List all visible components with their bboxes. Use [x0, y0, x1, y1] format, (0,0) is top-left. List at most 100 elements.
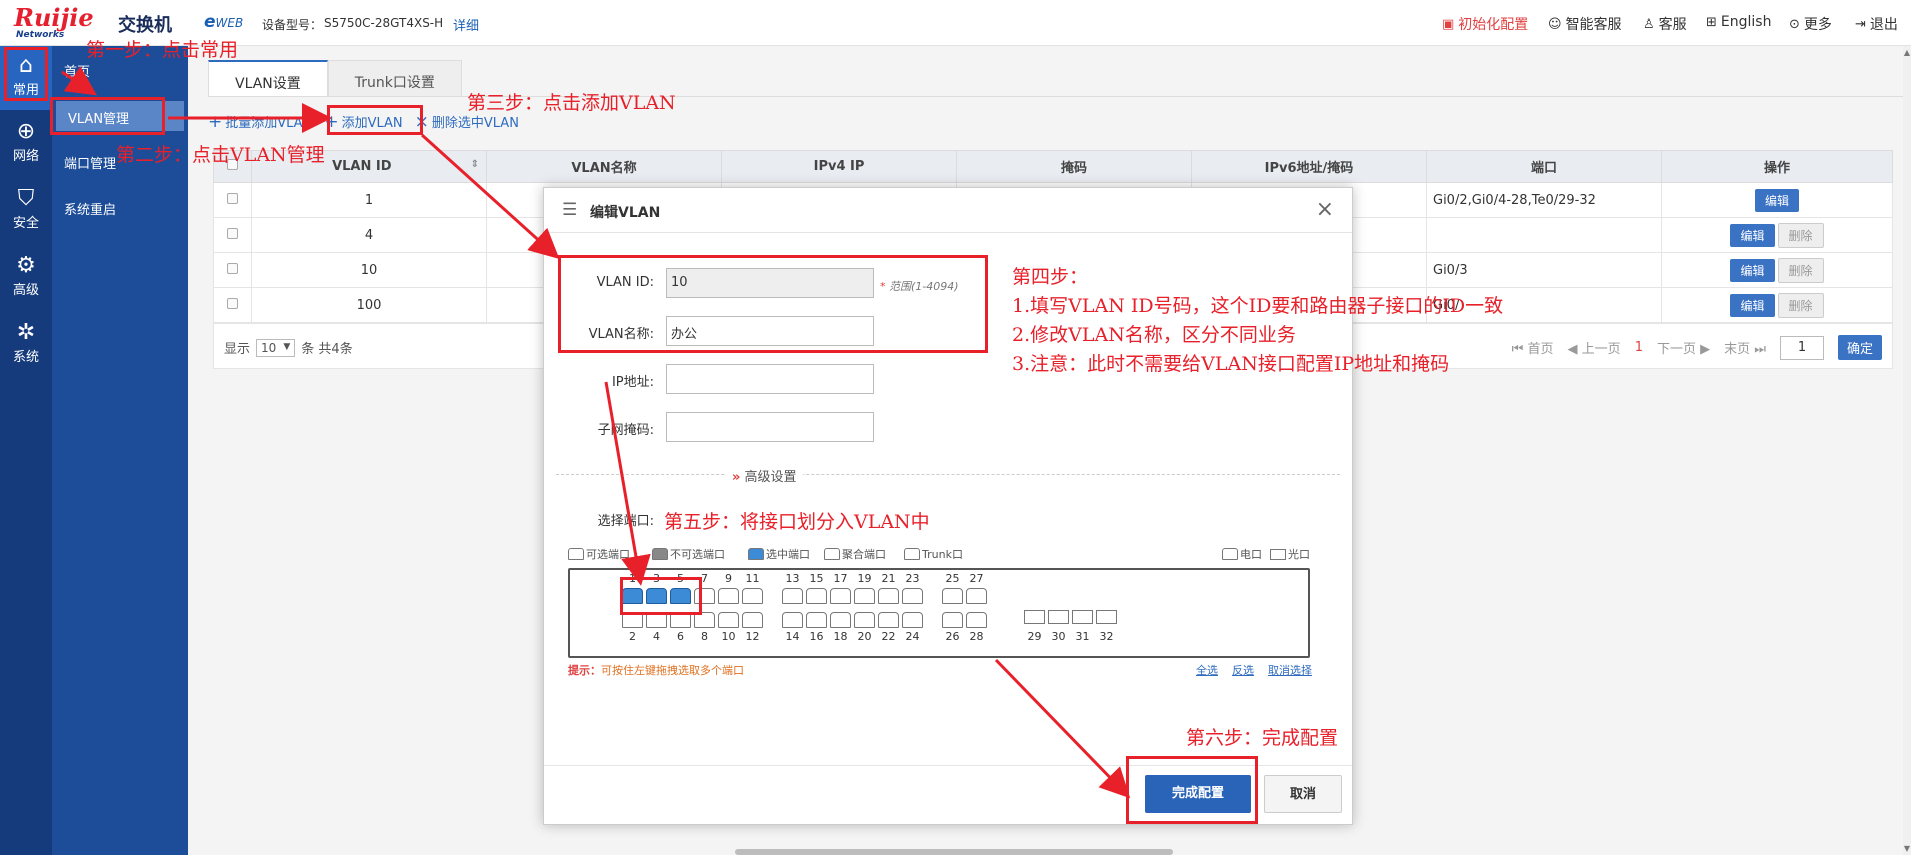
port-number: 22 [881, 630, 896, 643]
port-29[interactable] [1024, 610, 1045, 624]
scroll-down-icon[interactable]: ▼ [1903, 844, 1911, 853]
legend-selected-label: 选中端口 [766, 548, 810, 561]
prev-page-button[interactable]: ◀ 上一页 [1568, 338, 1621, 357]
eweb-logo: eWEB [204, 12, 243, 32]
port-21[interactable] [878, 588, 899, 604]
row-checkbox[interactable] [227, 297, 238, 309]
dialog-title: 编辑VLAN [590, 205, 661, 221]
rail-item-network[interactable]: ⊕ 网络 [0, 112, 52, 176]
port-number: 10 [721, 630, 736, 643]
port-14[interactable] [782, 612, 803, 628]
port-number: 27 [969, 572, 984, 585]
smart-service-link[interactable]: ☺ 智能客服 [1548, 14, 1622, 34]
rail-item-advanced[interactable]: ⚙ 高级 [0, 246, 52, 310]
actions-cell: 编辑 删除 [1661, 252, 1893, 288]
horizontal-scrollbar[interactable] [735, 849, 1173, 855]
scroll-up-icon[interactable]: ▲ [1903, 48, 1911, 57]
port-number: 21 [881, 572, 896, 585]
port-28[interactable] [966, 612, 987, 628]
port-number: 32 [1099, 630, 1114, 643]
edit-button[interactable]: 编辑 [1754, 188, 1799, 212]
port-19[interactable] [854, 588, 875, 604]
port-30[interactable] [1048, 610, 1069, 624]
port-24[interactable] [902, 612, 923, 628]
row-checkbox[interactable] [227, 192, 238, 204]
page-size-select[interactable]: 10 ▼ [256, 338, 296, 357]
annotation-step3: 第三步：点击添加VLAN [467, 92, 676, 114]
sort-icon[interactable]: ⇕ [471, 159, 479, 170]
submenu-item-reboot[interactable]: 系统重启 [52, 192, 188, 222]
advanced-icon: ⚙ [16, 253, 36, 278]
port-31[interactable] [1072, 610, 1093, 624]
edit-button[interactable]: 编辑 [1730, 223, 1775, 247]
eweb-rest: WEB [215, 16, 244, 30]
annotation-step4: 第四步： 1.填写VLAN ID号码，这个ID要和路由器子接口的ID一致 2.修… [1012, 263, 1503, 379]
chevron-down-icon: ▼ [283, 341, 291, 352]
legend-trunk: Trunk口 [904, 546, 963, 562]
legend-optical: 光口 [1270, 546, 1310, 562]
go-page-button[interactable]: 确定 [1837, 335, 1882, 360]
vertical-scrollbar[interactable]: ▲ ▼ [1903, 46, 1911, 855]
port-17[interactable] [830, 588, 851, 604]
port-27[interactable] [966, 588, 987, 604]
logout-link[interactable]: ⇥ 退出 [1855, 14, 1898, 34]
next-page-button[interactable]: 下一页 ▶ [1657, 338, 1710, 357]
tab-trunk-settings[interactable]: Trunk口设置 [327, 60, 462, 97]
ip-address-field[interactable] [666, 364, 874, 394]
next-page-label: 下一页 [1656, 342, 1696, 357]
invert-select-link[interactable]: 反选 [1232, 662, 1254, 678]
port-20[interactable] [854, 612, 875, 628]
delete-button[interactable]: 删除 [1777, 292, 1824, 318]
port-22[interactable] [878, 612, 899, 628]
more-label: 更多 [1803, 17, 1832, 33]
advanced-settings-toggle[interactable]: » 高级设置 [726, 466, 803, 485]
port-15[interactable] [806, 588, 827, 604]
close-icon[interactable]: × [1316, 197, 1334, 222]
port-32[interactable] [1096, 610, 1117, 624]
page-number-input[interactable]: 1 [1779, 335, 1824, 360]
port-25[interactable] [942, 588, 963, 604]
batch-add-vlan-button[interactable]: + 批量添加VLAN [208, 112, 312, 131]
tab-vlan-settings[interactable]: VLAN设置 [208, 60, 328, 97]
delete-button[interactable]: 删除 [1777, 257, 1824, 283]
detail-link[interactable]: 详细 [453, 15, 479, 34]
port-number: 26 [945, 630, 960, 643]
rail-item-system[interactable]: ✲ 系统 [0, 313, 52, 377]
row-checkbox[interactable] [227, 227, 238, 239]
language-label: English [1720, 14, 1772, 30]
port-number: 12 [745, 630, 760, 643]
port-11[interactable] [742, 588, 763, 604]
first-page-button[interactable]: ⏮ 首页 [1512, 338, 1554, 357]
edit-button[interactable]: 编辑 [1730, 258, 1775, 282]
customer-service-link[interactable]: ♙ 客服 [1643, 14, 1687, 34]
more-link[interactable]: ⊙ 更多 [1789, 14, 1832, 34]
current-page[interactable]: 1 [1635, 340, 1643, 355]
rail-item-security[interactable]: ⛉ 安全 [0, 179, 52, 243]
eweb-e: e [204, 12, 216, 32]
last-page-label: 末页 [1724, 342, 1751, 357]
language-link[interactable]: ⊞ English [1706, 14, 1771, 30]
select-all-link[interactable]: 全选 [1196, 662, 1218, 678]
advanced-settings-label: 高级设置 [744, 470, 797, 485]
port-9[interactable] [718, 588, 739, 604]
cancel-button[interactable]: 取消 [1264, 775, 1342, 813]
last-page-button[interactable]: 末页 ⏭ [1724, 338, 1766, 357]
port-23[interactable] [902, 588, 923, 604]
port-10[interactable] [718, 612, 739, 628]
row-checkbox[interactable] [227, 262, 238, 274]
delete-button[interactable]: 删除 [1777, 222, 1824, 248]
port-12[interactable] [742, 612, 763, 628]
port-18[interactable] [830, 612, 851, 628]
subnet-mask-field[interactable] [666, 412, 874, 442]
ruijie-logo: Ruijie Networks [14, 6, 94, 41]
edit-button[interactable]: 编辑 [1730, 293, 1775, 317]
clear-select-link[interactable]: 取消选择 [1268, 662, 1312, 678]
app-title: 交换机 [118, 15, 172, 36]
port-13[interactable] [782, 588, 803, 604]
init-config-link[interactable]: ▣ 初始化配置 [1442, 14, 1528, 34]
highlight-add-vlan [327, 105, 423, 135]
show-label: 显示 [224, 342, 251, 357]
tab-bar: VLAN设置 Trunk口设置 [208, 60, 462, 97]
port-26[interactable] [942, 612, 963, 628]
port-16[interactable] [806, 612, 827, 628]
